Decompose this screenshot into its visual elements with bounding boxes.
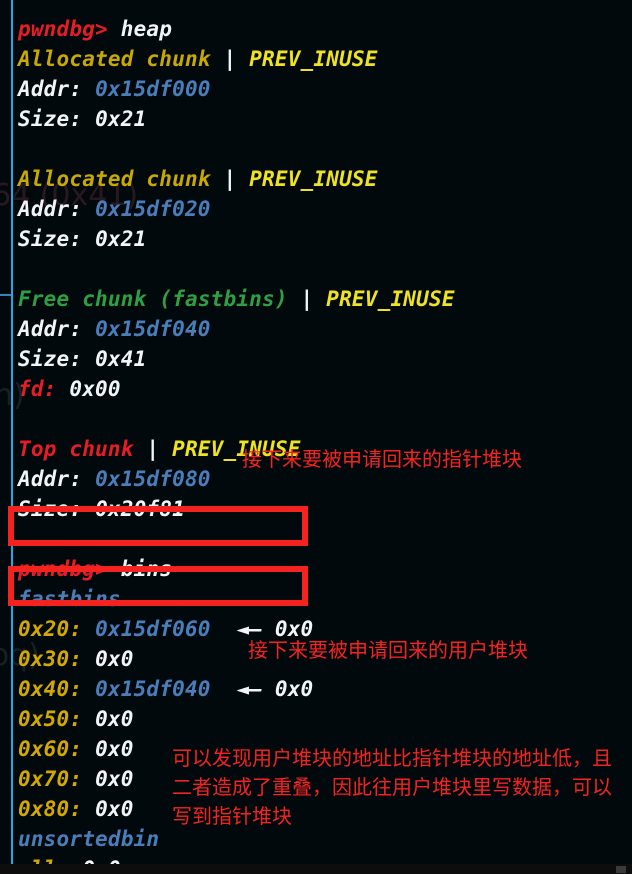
chunk-flags-label: PREV_INUSE: [326, 287, 455, 311]
field-label: Addr:: [18, 317, 96, 341]
field-label: Size:: [18, 107, 96, 131]
field-label: Addr:: [18, 467, 96, 491]
terminal-line: fd: 0x00: [18, 374, 455, 404]
bin-size-label: 0x50:: [18, 707, 96, 731]
bin-chain-terminator: 0x0: [95, 797, 134, 821]
terminal-screen: 64 (0x41) n) bq) pwndbg> heapAllocated c…: [0, 0, 632, 874]
overlap-explanation-annotation: 可以发现用户堆块的地址比指针堆块的地址低，且二者造成了重叠，因此往用户堆块里写数…: [172, 746, 612, 828]
fastbin-0x20-highlight-box: [8, 506, 308, 546]
separator-pipe: |: [210, 47, 250, 71]
field-label: Addr:: [18, 77, 96, 101]
field-value: 0x00: [69, 377, 121, 401]
field-label: fd:: [18, 377, 70, 401]
terminal-line: Addr: 0x15df020: [18, 194, 455, 224]
bin-chain-address: 0x15df040: [95, 677, 211, 701]
bin-size-label: 0x20:: [18, 617, 96, 641]
user-chunk-annotation: 接下来要被申请回来的用户堆块: [248, 638, 528, 662]
bin-chain-address: 0x15df060: [95, 617, 211, 641]
terminal-line: Allocated chunk | PREV_INUSE: [18, 164, 455, 194]
bin-chain-terminator: 0x0: [95, 707, 134, 731]
bin-chain-terminator: 0x0: [95, 647, 134, 671]
field-value: 0x41: [95, 347, 147, 371]
fastbin-0x40-highlight-box: [8, 566, 308, 606]
chunk-state-label: Top chunk: [18, 437, 134, 461]
separator-pipe: |: [287, 287, 327, 311]
terminal-line: Addr: 0x15df040: [18, 314, 455, 344]
terminal-line: pwndbg> heap: [18, 14, 455, 44]
terminal-line: Free chunk (fastbins) | PREV_INUSE: [18, 284, 455, 314]
bottom-edge-bar: [0, 864, 632, 874]
terminal-line: 0x40: 0x15df040 ◄— 0x0: [18, 674, 455, 704]
terminal-line: Size: 0x21: [18, 104, 455, 134]
bin-size-label: 0x80:: [18, 797, 96, 821]
separator-pipe: |: [133, 437, 173, 461]
bin-size-label: 0x60:: [18, 737, 96, 761]
bin-size-label: 0x30:: [18, 647, 96, 671]
chunk-state-label: Allocated chunk: [18, 47, 211, 71]
chunk-flags-label: PREV_INUSE: [249, 47, 378, 71]
pointer-chunk-annotation: 接下来要被申请回来的指针堆块: [242, 447, 522, 471]
left-gutter-tick: [0, 294, 11, 296]
field-value: 0x21: [95, 227, 147, 251]
terminal-line: Size: 0x21: [18, 224, 455, 254]
field-value: 0x21: [95, 107, 147, 131]
field-value: 0x15df040: [95, 317, 211, 341]
terminal-line: 0x50: 0x0: [18, 704, 455, 734]
bin-size-label: 0x40:: [18, 677, 96, 701]
bin-category-label: unsortedbin: [18, 827, 160, 851]
bin-size-label: 0x70:: [18, 767, 96, 791]
shell-prompt: pwndbg>: [18, 17, 108, 41]
field-value: 0x15df000: [95, 77, 211, 101]
bottom-corner-nub: [616, 866, 626, 873]
field-value: 0x15df080: [95, 467, 211, 491]
bin-chain-terminator: 0x0: [274, 677, 314, 701]
field-label: Addr:: [18, 197, 96, 221]
field-label: Size:: [18, 227, 96, 251]
separator-pipe: |: [210, 167, 250, 191]
terminal-line: Size: 0x41: [18, 344, 455, 374]
shell-command: heap: [107, 17, 173, 41]
chain-arrow-icon: ◄—: [210, 677, 275, 701]
field-label: Size:: [18, 347, 96, 371]
field-value: 0x15df020: [95, 197, 211, 221]
chunk-flags-label: PREV_INUSE: [249, 167, 378, 191]
chunk-state-label: Free chunk (fastbins): [18, 287, 288, 311]
bin-chain-terminator: 0x0: [95, 767, 134, 791]
terminal-line: Addr: 0x15df000: [18, 74, 455, 104]
chunk-state-label: Allocated chunk: [18, 167, 211, 191]
left-gutter-rule: [11, 0, 13, 874]
terminal-line: Allocated chunk | PREV_INUSE: [18, 44, 455, 74]
bin-chain-terminator: 0x0: [95, 737, 134, 761]
